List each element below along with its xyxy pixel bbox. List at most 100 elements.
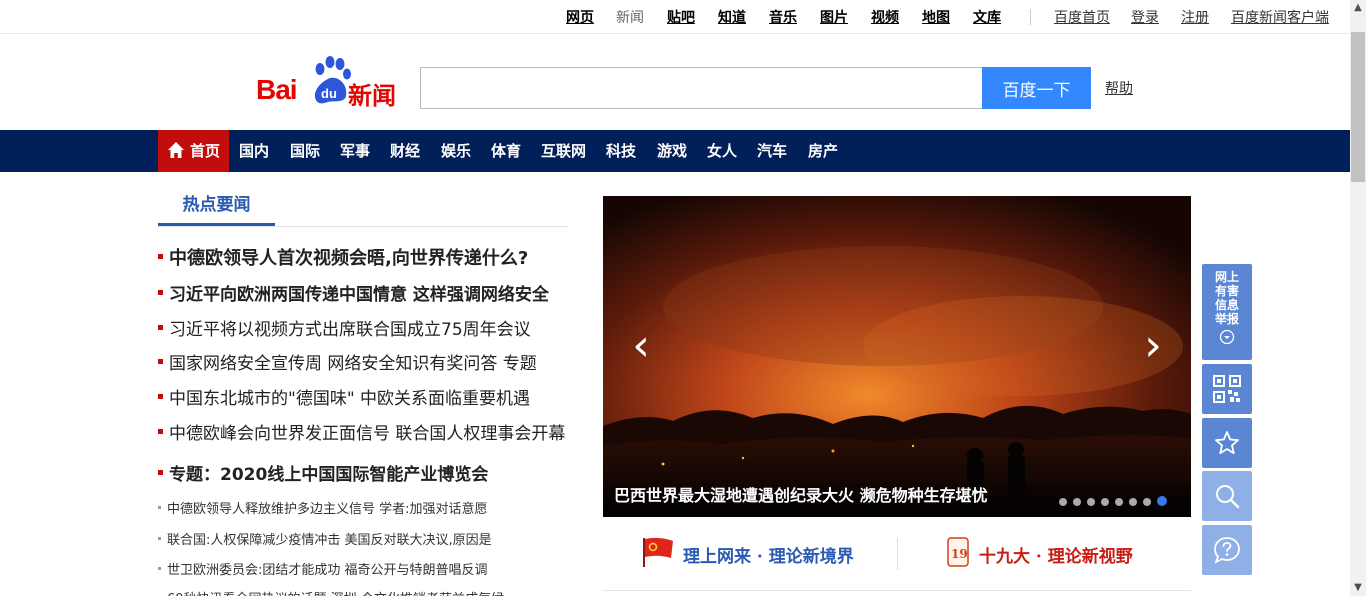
nav-item-games[interactable]: 游戏 (657, 130, 687, 172)
nav-item-military[interactable]: 军事 (340, 130, 370, 172)
slider-dot[interactable] (1101, 498, 1109, 506)
nav-item-home[interactable]: 首页 (158, 130, 229, 172)
nav-item-international[interactable]: 国际 (290, 130, 320, 172)
category-nav: 首页 国内 国际 军事 财经 娱乐 体育 互联网 科技 游戏 女人 汽车 房产 (0, 130, 1350, 172)
logo-news-text: 新闻 (348, 82, 396, 110)
report-harmful-info-button[interactable]: 网上有害信息举报 (1202, 264, 1252, 360)
headline-item[interactable]: 习近平向欧洲两国传递中国情意 这样强调网络安全 (158, 280, 568, 302)
news-list-text: 世卫欧洲委员会:团结才能成功 福奇公开与特朗普唱反调 (167, 563, 488, 577)
topbar-link-baidu-home[interactable]: 百度首页 (1054, 7, 1110, 27)
search-float-button[interactable] (1202, 471, 1252, 521)
page-scrollbar[interactable]: ▲ ▼ (1350, 0, 1366, 596)
headline-item[interactable]: 专题：2020线上中国国际智能产业博览会 (158, 460, 568, 482)
topbar-link-images[interactable]: 图片 (820, 7, 848, 27)
news-list-text: 60秒快讯看全网热议的话题 深圳:今文化推销者获益成气候 (167, 588, 504, 596)
nineteenth-congress-text: 十九大 · 理论新视野 (979, 547, 1133, 567)
topbar-link-news-client[interactable]: 百度新闻客户端 (1231, 7, 1329, 27)
topbar-link-tieba[interactable]: 贴吧 (667, 7, 695, 27)
nav-item-domestic[interactable]: 国内 (239, 130, 269, 172)
baidu-news-logo[interactable]: Bai du 新闻 (256, 56, 406, 110)
slider-dot[interactable] (1143, 498, 1151, 506)
slider-dot[interactable] (1129, 498, 1137, 506)
slider-caption-text[interactable]: 巴西世界最大湿地遭遇创纪录大火 濒危物种生存堪忧 (614, 482, 988, 506)
nav-home-label: 首页 (190, 142, 221, 160)
headline-text: 习近平向欧洲两国传递中国情意 这样强调网络安全 (169, 285, 549, 302)
scroll-down-arrow[interactable]: ▼ (1350, 580, 1366, 596)
nav-item-auto[interactable]: 汽车 (757, 130, 787, 172)
nav-item-tech[interactable]: 科技 (606, 130, 636, 172)
congress-badge-icon: 19 (947, 537, 969, 567)
topbar-link-register[interactable]: 注册 (1181, 7, 1209, 27)
slider-dot[interactable] (1087, 498, 1095, 506)
slider-next-arrow[interactable]: › (1133, 316, 1173, 376)
headline-photo-slider[interactable]: ‹ › 巴西世界最大湿地遭遇创纪录大火 濒危物种生存堪忧 (603, 196, 1191, 517)
nav-item-internet[interactable]: 互联网 (541, 130, 586, 172)
party-flag-icon (643, 537, 673, 567)
headline-item[interactable]: 国家网络安全宣传周 网络安全知识有奖问答 专题 (158, 349, 568, 371)
nav-item-sports[interactable]: 体育 (491, 130, 521, 172)
nav-item-realestate[interactable]: 房产 (808, 130, 838, 172)
topbar-link-wenku[interactable]: 文库 (973, 7, 1001, 27)
hot-news-divider (158, 226, 568, 227)
headline-item[interactable]: 中国东北城市的"德国味" 中欧关系面临重要机遇 (158, 384, 568, 406)
topbar-link-video[interactable]: 视频 (871, 7, 899, 27)
banner-divider (897, 538, 898, 570)
scroll-thumb[interactable] (1351, 32, 1365, 182)
qrcode-button[interactable] (1202, 364, 1252, 414)
news-list-text: 联合国:人权保障减少疫情冲击 美国反对联大决议,原因是 (167, 533, 492, 547)
slider-dot[interactable] (1115, 498, 1123, 506)
svg-text:19: 19 (951, 547, 968, 561)
bullet-icon (158, 537, 161, 540)
favorite-button[interactable] (1202, 418, 1252, 468)
scroll-up-arrow[interactable]: ▲ (1350, 0, 1366, 16)
report-text: 网上有害信息举报 (1214, 270, 1239, 326)
headline-text: 中德欧峰会向世界发正面信号 联合国人权理事会开幕 (169, 424, 566, 441)
slider-prev-arrow[interactable]: ‹ (621, 316, 661, 376)
headline-item[interactable]: 中德欧领导人首次视频会晤,向世界传递什么? (158, 244, 578, 268)
nav-item-women[interactable]: 女人 (707, 130, 737, 172)
headline-text: 习近平将以视频方式出席联合国成立75周年会议 (169, 320, 531, 337)
search-icon (1216, 485, 1240, 509)
topbar-link-web[interactable]: 网页 (566, 7, 594, 27)
slider-caption-bar: 巴西世界最大湿地遭遇创纪录大火 濒危物种生存堪忧 (603, 475, 1191, 517)
news-list-item[interactable]: 联合国:人权保障减少疫情冲击 美国反对联大决议,原因是 (158, 529, 568, 547)
wildfire-photo (603, 196, 1191, 517)
slider-dot[interactable] (1157, 496, 1167, 506)
nineteenth-congress-banner[interactable]: 19 十九大 · 理论新视野 (946, 536, 1146, 570)
slider-dot[interactable] (1059, 498, 1067, 506)
topbar-link-map[interactable]: 地图 (922, 7, 950, 27)
qrcode-icon (1213, 375, 1241, 403)
nav-item-finance[interactable]: 财经 (390, 130, 420, 172)
nav-item-entertainment[interactable]: 娱乐 (441, 130, 471, 172)
logo-bai-text: Bai (256, 74, 298, 105)
topbar-separator (1030, 9, 1031, 25)
bullet-icon (158, 470, 163, 475)
search-button[interactable]: 百度一下 (982, 67, 1091, 109)
help-float-button[interactable] (1202, 525, 1252, 575)
svg-text:du: du (321, 86, 337, 101)
search-input[interactable] (420, 67, 983, 109)
news-list-item[interactable]: 世卫欧洲委员会:团结才能成功 福奇公开与特朗普唱反调 (158, 559, 568, 577)
topbar-link-music[interactable]: 音乐 (769, 7, 797, 27)
headline-item[interactable]: 习近平将以视频方式出席联合国成立75周年会议 (158, 315, 568, 337)
bullet-icon (158, 506, 161, 509)
headline-item[interactable]: 中德欧峰会向世界发正面信号 联合国人权理事会开幕 (158, 419, 578, 441)
question-bubble-icon (1214, 537, 1240, 564)
theory-online-banner[interactable]: 理上网来 · 理论新境界 (641, 536, 871, 570)
bullet-icon (158, 254, 163, 259)
hot-news-title[interactable]: 热点要闻 (158, 190, 275, 226)
slider-dot[interactable] (1073, 498, 1081, 506)
top-utility-bar: 网页 新闻 贴吧 知道 音乐 图片 视频 地图 文库 百度首页 登录 注册 百度… (0, 0, 1350, 34)
bullet-icon (158, 325, 163, 330)
home-icon (168, 142, 184, 158)
headline-text: 中国东北城市的"德国味" 中欧关系面临重要机遇 (169, 389, 531, 406)
theory-online-text: 理上网来 · 理论新境界 (683, 547, 854, 567)
help-link[interactable]: 帮助 (1105, 78, 1133, 98)
news-list-item[interactable]: 中德欧领导人释放维护多边主义信号 学者:加强对话意愿 (158, 498, 568, 516)
bullet-icon (158, 290, 163, 295)
chevron-down-circle-icon (1219, 329, 1235, 345)
topbar-link-news[interactable]: 新闻 (616, 7, 644, 27)
topbar-link-login[interactable]: 登录 (1131, 7, 1159, 27)
news-list-item[interactable]: 60秒快讯看全网热议的话题 深圳:今文化推销者获益成气候 (158, 588, 568, 596)
topbar-link-zhidao[interactable]: 知道 (718, 7, 746, 27)
